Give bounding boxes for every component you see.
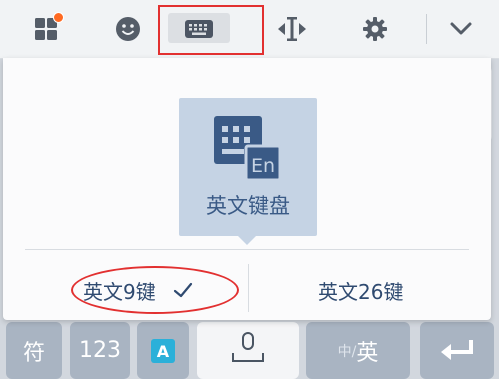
svg-text:En: En bbox=[251, 155, 275, 177]
mode-label: 英文键盘 bbox=[206, 194, 290, 218]
chinese-english-switch-key[interactable]: 中/英 bbox=[306, 322, 410, 379]
svg-text:A: A bbox=[157, 342, 170, 361]
cursor-move-icon bbox=[278, 17, 306, 41]
apps-button[interactable] bbox=[16, 4, 76, 54]
voice-space-key[interactable] bbox=[197, 322, 299, 379]
annotation-highlight-ellipse bbox=[71, 266, 239, 314]
gear-icon bbox=[363, 17, 387, 41]
numbers-key[interactable]: 123 bbox=[70, 322, 130, 379]
popup-pointer bbox=[238, 236, 256, 245]
option-label: 英文26键 bbox=[318, 279, 404, 304]
toolbar-divider bbox=[426, 14, 427, 44]
symbol-key[interactable]: 符 bbox=[6, 322, 62, 379]
keyboard-toolbar bbox=[0, 0, 499, 59]
microphone-icon bbox=[232, 331, 264, 362]
emoji-icon bbox=[116, 17, 140, 41]
option-divider bbox=[248, 264, 249, 312]
chevron-down-icon bbox=[450, 22, 472, 35]
option-english-26-key[interactable]: 英文26键 bbox=[318, 268, 403, 312]
english-mode-key[interactable]: A bbox=[137, 322, 189, 379]
enter-key[interactable] bbox=[420, 322, 494, 379]
enter-icon bbox=[441, 339, 473, 360]
emoji-button[interactable] bbox=[98, 4, 158, 54]
popup-divider bbox=[25, 249, 469, 250]
collapse-keyboard-button[interactable] bbox=[431, 4, 491, 54]
english-keyboard-icon: En bbox=[214, 116, 282, 182]
english-a-icon: A bbox=[151, 338, 175, 363]
notification-badge bbox=[53, 12, 64, 23]
annotation-highlight-rect bbox=[158, 5, 264, 55]
english-keyboard-card[interactable]: En 英文键盘 bbox=[179, 98, 317, 236]
cursor-move-button[interactable] bbox=[262, 4, 322, 54]
settings-button[interactable] bbox=[345, 4, 405, 54]
